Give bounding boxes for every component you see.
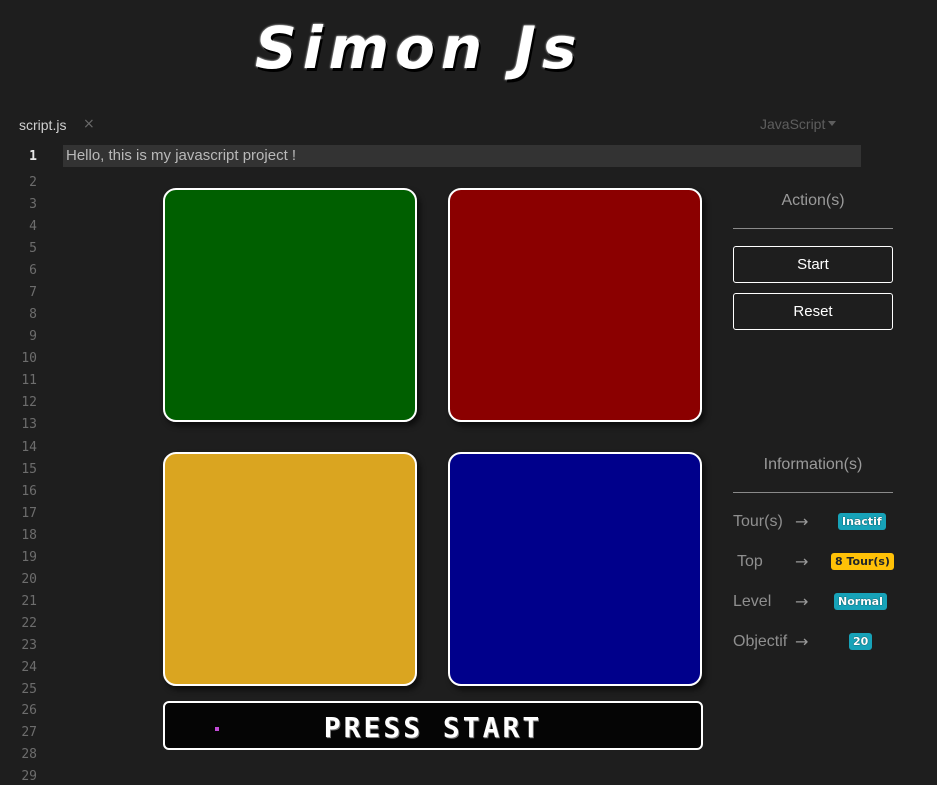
line-number: 11: [21, 373, 37, 388]
editor-tab-bar: script.js × JavaScript: [0, 110, 937, 140]
line-number: 4: [29, 219, 37, 234]
line-number: 8: [29, 307, 37, 322]
line-number: 15: [21, 462, 37, 477]
line-number: 13: [21, 417, 37, 432]
line-number: 20: [21, 572, 37, 587]
line-number: 24: [21, 660, 37, 675]
red-pad[interactable]: [448, 188, 702, 422]
pixel-sprite-icon: [215, 727, 219, 731]
simon-app: Simon Js script.js × JavaScript 1 2 3 4 …: [0, 0, 937, 785]
tours-badge: Inactif: [838, 513, 886, 530]
line-number: 21: [21, 594, 37, 609]
info-label-tours: Tour(s): [733, 513, 783, 530]
info-label-objectif: Objectif: [733, 633, 788, 650]
level-badge: Normal: [834, 593, 887, 610]
line-number: 22: [21, 616, 37, 631]
yellow-pad[interactable]: [163, 452, 417, 686]
information-heading: Information(s): [763, 456, 863, 473]
line-number: 9: [29, 329, 37, 344]
arrow-right-icon: →: [795, 552, 809, 571]
line-number: 23: [21, 638, 37, 653]
actions-heading: Action(s): [781, 192, 845, 209]
press-start-banner[interactable]: PRESS START: [163, 701, 703, 750]
actions-divider: [733, 228, 893, 229]
line-number: 12: [21, 395, 37, 410]
press-start-text: PRESS START: [323, 711, 543, 744]
blue-pad[interactable]: [448, 452, 702, 686]
line-number: 10: [21, 351, 37, 366]
close-icon[interactable]: ×: [83, 116, 95, 132]
language-select[interactable]: JavaScript: [760, 116, 837, 132]
info-label-top: Top: [737, 553, 763, 570]
line-number: 16: [21, 484, 37, 499]
start-button[interactable]: Start: [733, 246, 893, 283]
line-number: 1: [29, 149, 37, 164]
line-number: 27: [21, 725, 37, 740]
arrow-right-icon: →: [795, 632, 809, 651]
info-label-level: Level: [733, 593, 772, 610]
file-tab[interactable]: script.js: [19, 117, 66, 133]
line-number: 29: [21, 769, 37, 784]
line-number: 3: [29, 197, 37, 212]
line-number: 18: [21, 528, 37, 543]
arrow-right-icon: →: [795, 592, 809, 611]
caret-down-icon: [828, 121, 837, 126]
arrow-right-icon: →: [795, 512, 809, 531]
line-number: 7: [29, 285, 37, 300]
green-pad[interactable]: [163, 188, 417, 422]
line-number: 17: [21, 506, 37, 521]
line-number: 28: [21, 747, 37, 762]
line-number: 6: [29, 263, 37, 278]
language-label: JavaScript: [760, 116, 826, 132]
code-line-text: Hello, this is my javascript project !: [66, 147, 297, 164]
active-code-line[interactable]: Hello, this is my javascript project !: [63, 145, 861, 167]
information-divider: [733, 492, 893, 493]
line-number: 26: [21, 703, 37, 718]
line-number: 25: [21, 682, 37, 697]
top-badge: 8 Tour(s): [831, 553, 894, 570]
app-title: Simon Js: [255, 14, 583, 82]
line-number: 19: [21, 550, 37, 565]
line-number: 14: [21, 440, 37, 455]
objectif-badge: 20: [849, 633, 873, 650]
line-number: 5: [29, 241, 37, 256]
line-number: 2: [29, 175, 37, 190]
reset-button[interactable]: Reset: [733, 293, 893, 330]
